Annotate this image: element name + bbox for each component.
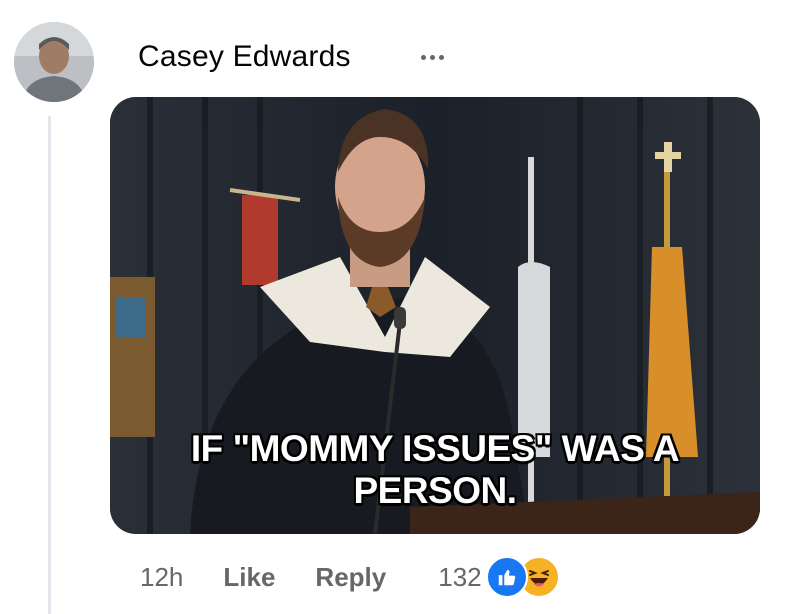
- thread-line: [48, 116, 51, 614]
- avatar-photo: [14, 22, 94, 102]
- reaction-count[interactable]: 132: [438, 562, 481, 593]
- comment-timestamp[interactable]: 12h: [140, 562, 183, 593]
- like-button[interactable]: Like: [223, 562, 275, 593]
- reply-button[interactable]: Reply: [315, 562, 386, 593]
- reactions-summary[interactable]: [485, 556, 560, 598]
- meme-caption: IF "MOMMY ISSUES" WAS A PERSON.: [190, 428, 680, 511]
- avatar[interactable]: [14, 22, 94, 102]
- comment-actions: 12h Like Reply 132: [140, 556, 560, 598]
- like-reaction-icon: [485, 556, 528, 598]
- comment-author[interactable]: Casey Edwards: [138, 40, 351, 74]
- more-options-icon[interactable]: [412, 44, 452, 70]
- comment-image[interactable]: IF "MOMMY ISSUES" WAS A PERSON.: [110, 97, 760, 534]
